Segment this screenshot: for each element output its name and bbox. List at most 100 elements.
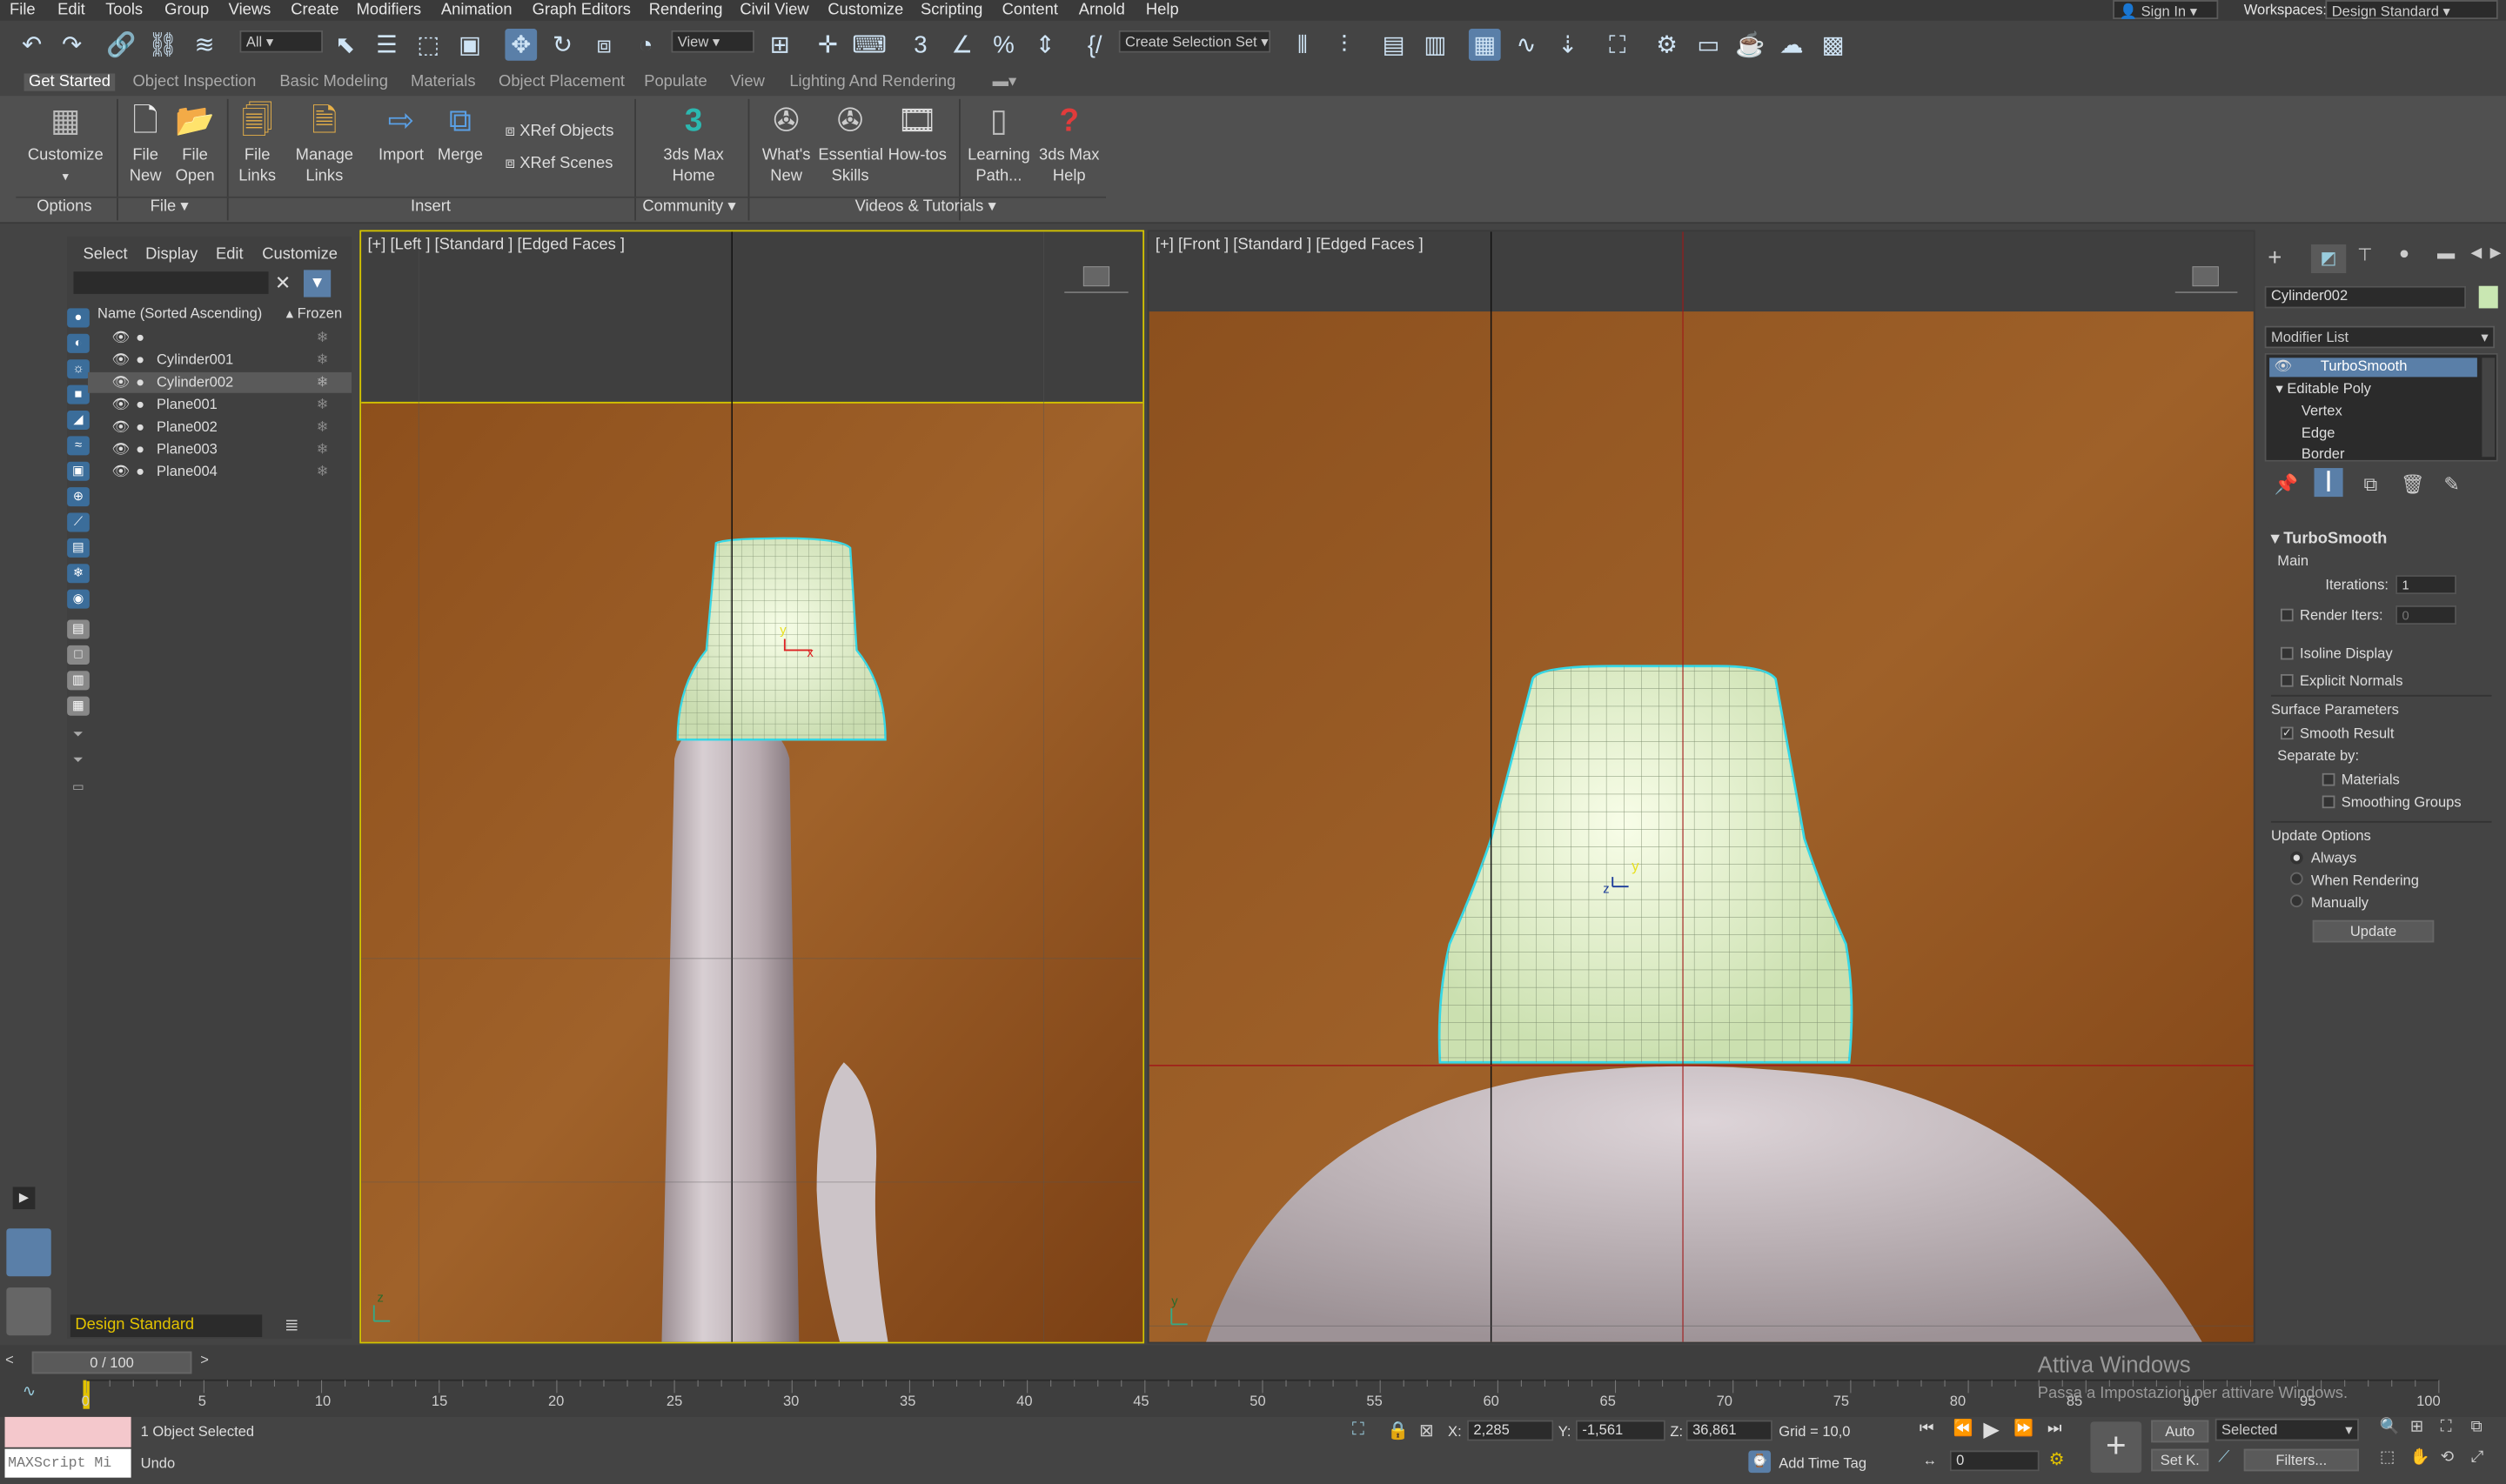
rectangular-selection-icon[interactable]: ⬚	[412, 29, 445, 61]
frozen-icon[interactable]: ❄	[317, 350, 329, 371]
essential-skills-button[interactable]: ✇ Essential Skills	[818, 101, 883, 187]
scene-menu-display[interactable]: Display	[145, 246, 198, 264]
maxscript-listener-pink[interactable]	[4, 1416, 131, 1447]
render-production-icon[interactable]: ☕	[1734, 29, 1766, 61]
object-name-field[interactable]: Cylinder002	[2264, 285, 2467, 309]
learning-path-button[interactable]: ▯ Learning Path...	[964, 101, 1035, 187]
group-file[interactable]: File ▾	[151, 198, 189, 216]
snaps-toggle-icon[interactable]: 3	[905, 29, 937, 61]
xref-scenes-button[interactable]: ⧈ XRef Scenes	[505, 153, 623, 174]
rendered-frame-icon[interactable]: ▭	[1692, 29, 1725, 61]
menu-help[interactable]: Help	[1146, 0, 1179, 21]
curve-editor-mini-icon[interactable]: ∿	[23, 1383, 55, 1406]
layers-icon[interactable]: ≣	[285, 1314, 299, 1335]
isoline-display-checkbox[interactable]	[2280, 646, 2294, 660]
display-invert-icon[interactable]: ▥	[67, 671, 90, 691]
ribbon-options-icon[interactable]: ▬▾	[993, 73, 1017, 90]
motion-tab-icon[interactable]: ●	[2399, 244, 2409, 264]
explicit-normals-checkbox[interactable]	[2280, 673, 2294, 687]
customize-button[interactable]: ▦ Customize ▾	[25, 101, 105, 187]
menu-content[interactable]: Content	[1002, 0, 1058, 21]
time-config-icon[interactable]: ⚙	[2049, 1449, 2065, 1469]
3dsmax-home-button[interactable]: 3 3ds Max Home	[655, 101, 732, 187]
placement-icon[interactable]: ◔	[630, 29, 662, 61]
menu-customize[interactable]: Customize	[828, 0, 903, 21]
visibility-eye-icon[interactable]: 👁	[112, 372, 131, 393]
funnel-selected-icon[interactable]: ⏷	[67, 751, 90, 770]
object-color-swatch[interactable]	[2478, 285, 2498, 309]
visibility-eye-icon[interactable]: 👁	[112, 439, 131, 460]
selection-lock-icon[interactable]: 🔒	[1387, 1420, 1409, 1441]
tab-get-started[interactable]: Get Started	[23, 73, 116, 91]
menu-rendering[interactable]: Rendering	[649, 0, 723, 21]
maxscript-mini-listener[interactable]: MAXScript Mi	[4, 1448, 131, 1478]
layer-explorer-icon[interactable]: ▤	[1377, 29, 1410, 61]
time-slider[interactable]: 0 / 100	[31, 1351, 192, 1374]
xref-objects-button[interactable]: ⧈ XRef Objects	[505, 122, 623, 143]
show-end-result-icon[interactable]: ┃	[2314, 468, 2343, 498]
current-frame-field[interactable]: 0	[1949, 1450, 2040, 1472]
expand-arrow-icon[interactable]: ▶	[12, 1187, 36, 1210]
helpers-filter-icon[interactable]: ◢	[67, 410, 90, 430]
menu-group[interactable]: Group	[164, 0, 209, 21]
z-coordinate-field[interactable]: 36,861	[1685, 1420, 1772, 1441]
scene-menu-select[interactable]: Select	[84, 246, 128, 264]
stack-scrollbar[interactable]	[2482, 358, 2496, 458]
menu-scripting[interactable]: Scripting	[921, 0, 982, 21]
orbit-icon[interactable]: ⟲	[2441, 1449, 2454, 1467]
geometry-filter-icon[interactable]: ●	[67, 308, 90, 328]
menu-tools[interactable]: Tools	[105, 0, 143, 21]
bones-filter-icon[interactable]: ⟋	[67, 512, 90, 532]
viewport-front[interactable]: y z y [+] [Front ] [Standard ] [Edged Fa…	[1147, 230, 2255, 1344]
zoom-all-icon[interactable]: ⊞	[2410, 1419, 2423, 1436]
visibility-eye-icon[interactable]: 👁	[112, 417, 131, 438]
frozen-icon[interactable]: ❄	[317, 439, 329, 460]
visibility-eye-icon[interactable]: 👁	[112, 395, 131, 416]
select-manipulate-icon[interactable]: ✛	[812, 29, 844, 61]
add-time-tag[interactable]: Add Time Tag	[1779, 1455, 1866, 1471]
xrefs-filter-icon[interactable]: ⊕	[67, 487, 90, 507]
display-all-icon[interactable]: ▤	[67, 619, 90, 639]
angle-snap-icon[interactable]: ∠	[946, 29, 978, 61]
render-iters-spinner[interactable]: 0	[2395, 605, 2457, 625]
stack-item-border[interactable]: Border	[2302, 445, 2345, 461]
visibility-eye-icon[interactable]: 👁	[112, 462, 131, 483]
window-crossing-icon[interactable]: ▣	[454, 29, 486, 61]
column-name-header[interactable]: Name (Sorted Ascending)	[97, 305, 262, 321]
remove-modifier-icon[interactable]: 🗑	[2401, 473, 2425, 496]
time-tag-icon[interactable]: ⌚	[1748, 1450, 1772, 1474]
schematic-view-icon[interactable]: ⇣	[1551, 29, 1584, 61]
smooth-result-checkbox[interactable]: ✓	[2280, 726, 2294, 740]
pin-stack-icon[interactable]: 📌	[2275, 473, 2298, 496]
goto-end-icon[interactable]: ⏭	[2047, 1420, 2062, 1438]
viewport-layout-two-icon[interactable]	[6, 1228, 51, 1277]
stack-item-editable-poly[interactable]: ▾ Editable Poly	[2275, 380, 2370, 398]
modifier-list-dropdown[interactable]: Modifier List ▾	[2264, 325, 2496, 349]
visibility-eye-icon[interactable]: 👁	[112, 350, 131, 371]
when-rendering-radio[interactable]	[2289, 872, 2303, 886]
menu-animation[interactable]: Animation	[441, 0, 513, 21]
spinner-snap-icon[interactable]: ⇕	[1029, 29, 1062, 61]
folder-outline-icon[interactable]: ▭	[67, 778, 90, 797]
percent-snap-icon[interactable]: %	[988, 29, 1020, 61]
visibility-eye-icon[interactable]: 👁	[112, 327, 131, 348]
pan-icon[interactable]: ✋	[2410, 1449, 2430, 1467]
key-filter-dropdown[interactable]: Selected ▾	[2215, 1418, 2359, 1441]
create-tab-icon[interactable]: +	[2268, 244, 2282, 271]
zoom-extents-all-icon[interactable]: ⧉	[2471, 1419, 2483, 1436]
toggle-ribbon-icon[interactable]: ▥	[1419, 29, 1451, 61]
align-icon[interactable]: ⫶	[1328, 29, 1360, 61]
panel-scroll-right-icon[interactable]: ▶	[2490, 244, 2502, 262]
undo-icon[interactable]: ↶	[16, 29, 48, 61]
hidden-filter-icon[interactable]: ◉	[67, 589, 90, 609]
rollout-header[interactable]: ▾ TurboSmooth	[2271, 531, 2387, 548]
named-selection-dropdown[interactable]: Create Selection Set ▾	[1118, 30, 1271, 53]
scene-explorer-workspace[interactable]: Design Standard	[70, 1314, 263, 1338]
viewcube-icon[interactable]	[2193, 267, 2218, 286]
tab-object-placement[interactable]: Object Placement	[499, 73, 625, 90]
tab-populate[interactable]: Populate	[644, 73, 707, 90]
menu-edit[interactable]: Edit	[57, 0, 85, 21]
scene-row[interactable]: 👁 ● Plane003 ❄	[88, 439, 352, 460]
isolate-selection-icon[interactable]: ⛶	[1352, 1420, 1364, 1441]
select-by-name-icon[interactable]: ☰	[371, 29, 403, 61]
